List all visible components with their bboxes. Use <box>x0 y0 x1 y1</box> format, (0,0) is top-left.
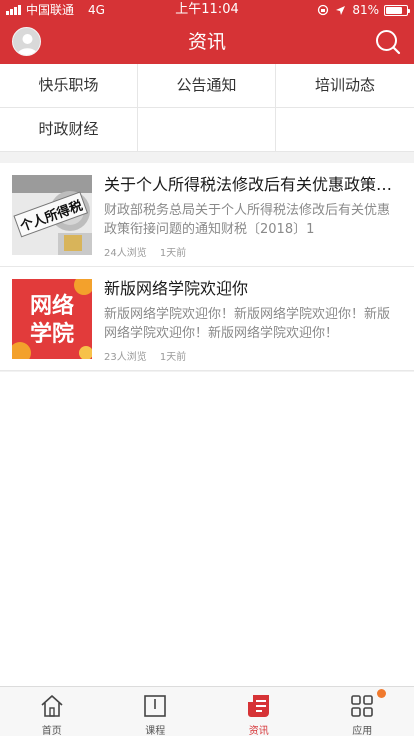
empty-content-area <box>0 372 414 686</box>
category-empty-cell <box>276 108 414 152</box>
category-empty-cell <box>138 108 276 152</box>
article-summary: 财政部税务总局关于个人所得税法修改后有关优惠政策衔接问题的通知财税〔2018〕1 <box>104 203 391 237</box>
article-list: 个人所得税 关于个人所得税法修改后有关优惠政策衔接问题的通知 财政部税务总局关于… <box>0 163 414 371</box>
article-thumbnail: 个人所得税 <box>12 175 92 255</box>
article-meta: 24人浏览 1天前 <box>104 244 186 259</box>
tab-label: 首页 <box>41 726 62 736</box>
article-meta: 23人浏览 1天前 <box>104 348 186 363</box>
battery-percent: 81% <box>352 3 379 17</box>
tab-home[interactable]: 首页 <box>0 687 104 736</box>
list-item[interactable]: 个人所得税 关于个人所得税法修改后有关优惠政策衔接问题的通知 财政部税务总局关于… <box>0 163 414 267</box>
view-count: 24人浏览 <box>104 248 147 259</box>
list-item[interactable]: 网络 学院 新版网络学院欢迎你 新版网络学院欢迎你！新版网络学院欢迎你！新版网络… <box>0 267 414 371</box>
page-title: 资讯 <box>187 31 226 53</box>
apps-icon <box>351 695 374 717</box>
category-happy-workplace[interactable]: 快乐职场 <box>0 64 138 108</box>
top-bar: 中国联通 4G 上午11:04 81% 资讯 <box>0 0 414 64</box>
tab-label: 应用 <box>352 726 373 736</box>
rotation-lock-icon <box>318 4 329 16</box>
notification-badge <box>376 689 386 698</box>
category-announcements[interactable]: 公告通知 <box>138 64 276 108</box>
publish-time: 1天前 <box>159 352 187 363</box>
thumbnail-text-line2: 学院 <box>30 321 74 347</box>
article-summary: 新版网络学院欢迎你！新版网络学院欢迎你！新版网络学院欢迎你！新版网络学院欢迎你！ <box>104 307 391 341</box>
thumbnail-text-line1: 网络 <box>30 293 74 319</box>
tab-bar: 首页 课程 资讯 应用 <box>0 686 414 736</box>
category-politics-finance[interactable]: 时政财经 <box>0 108 138 152</box>
nav-bar: 资讯 <box>0 20 414 64</box>
tab-news[interactable]: 资讯 <box>207 687 311 736</box>
news-icon <box>247 695 269 717</box>
article-title[interactable]: 新版网络学院欢迎你 <box>104 277 402 301</box>
tab-label: 课程 <box>145 726 166 736</box>
search-icon[interactable] <box>374 28 402 56</box>
tab-apps[interactable]: 应用 <box>311 687 414 736</box>
avatar-icon[interactable] <box>12 27 41 56</box>
publish-time: 1天前 <box>159 248 187 259</box>
tab-label: 资讯 <box>248 726 269 736</box>
location-icon <box>336 5 346 15</box>
status-bar: 中国联通 4G 上午11:04 81% <box>0 0 414 20</box>
article-thumbnail: 网络 学院 <box>12 279 92 359</box>
home-icon <box>41 695 63 717</box>
article-title[interactable]: 关于个人所得税法修改后有关优惠政策衔接问题的通知 <box>104 173 402 197</box>
battery-icon <box>384 4 410 16</box>
category-training-news[interactable]: 培训动态 <box>276 64 414 108</box>
book-icon <box>144 695 167 717</box>
view-count: 23人浏览 <box>104 352 147 363</box>
tab-courses[interactable]: 课程 <box>104 687 208 736</box>
category-grid: 快乐职场 公告通知 培训动态 时政财经 <box>0 64 414 152</box>
